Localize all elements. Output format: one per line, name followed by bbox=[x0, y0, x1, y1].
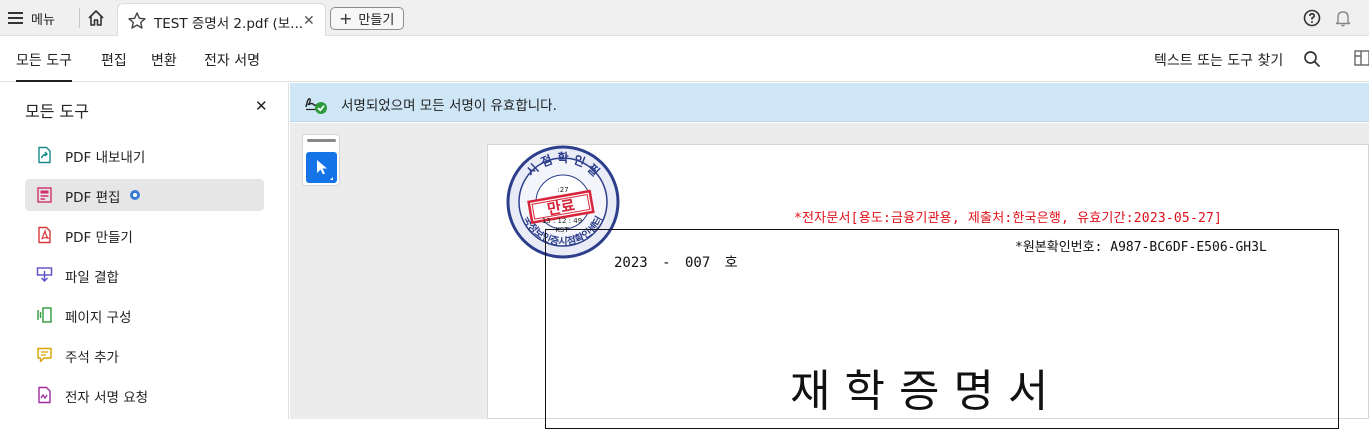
document-viewer[interactable]: 시 점 확 인 필 국정보인증시점확인센터 :27 만료 13 : 12 : 4… bbox=[290, 123, 1369, 429]
seal-time: 13 : 12 : 49 bbox=[542, 217, 582, 225]
menu-label: 메뉴 bbox=[31, 12, 55, 28]
search-icon[interactable] bbox=[1303, 50, 1321, 68]
create-button[interactable]: + 만들기 bbox=[330, 7, 404, 30]
plus-icon: + bbox=[339, 8, 353, 28]
tool-create-pdf[interactable]: PDF 만들기 bbox=[25, 219, 264, 251]
tab-esign[interactable]: 전자 서명 bbox=[204, 50, 260, 70]
export-pdf-icon bbox=[38, 146, 51, 164]
cursor-icon bbox=[317, 160, 333, 180]
edit-pdf-icon bbox=[37, 187, 52, 203]
tab-convert[interactable]: 변환 bbox=[151, 50, 177, 70]
tool-label: PDF 만들기 bbox=[65, 230, 133, 246]
close-panel-icon[interactable]: ✕ bbox=[255, 97, 268, 115]
tool-label: 주석 추가 bbox=[65, 350, 119, 366]
tool-edit-pdf[interactable]: PDF 편집 bbox=[25, 179, 264, 211]
document-number: 2023 - 007 호 bbox=[614, 255, 738, 271]
document-tab[interactable]: TEST 증명서 2.pdf (보... ✕ bbox=[117, 3, 326, 36]
document-tab-title: TEST 증명서 2.pdf (보... bbox=[154, 16, 304, 32]
app-tab-bar: 메뉴 TEST 증명서 2.pdf (보... ✕ + 만들기 bbox=[0, 0, 1369, 36]
organize-pages-icon bbox=[37, 307, 52, 323]
signature-status-banner: 서명되었으며 모든 서명이 유효합니다. bbox=[290, 83, 1369, 122]
certificate-title: 재학증명서 bbox=[790, 366, 1063, 417]
comment-icon bbox=[37, 347, 52, 363]
tool-combine-files[interactable]: 파일 결합 bbox=[25, 259, 264, 291]
tool-label: PDF 내보내기 bbox=[65, 150, 146, 166]
find-tools-label[interactable]: 텍스트 또는 도구 찾기 bbox=[1154, 50, 1283, 70]
close-tab-icon[interactable]: ✕ bbox=[303, 13, 315, 29]
seal-date: :27 bbox=[557, 186, 568, 194]
select-tool-button[interactable] bbox=[306, 152, 337, 183]
main-toolbar: 모든 도구 편집 변환 전자 서명 텍스트 또는 도구 찾기 bbox=[0, 36, 1369, 82]
tool-label: 페이지 구성 bbox=[65, 310, 132, 326]
create-pdf-icon bbox=[38, 226, 51, 244]
original-verification-number: *원본확인번호: A987-BC6DF-E506-GH3L bbox=[1015, 240, 1267, 255]
floating-tool-palette bbox=[302, 134, 340, 186]
tool-label: PDF 편집 bbox=[65, 190, 121, 206]
panel-title: 모든 도구 bbox=[25, 102, 89, 121]
all-tools-panel: 모든 도구 ✕ PDF 내보내기 PDF 편집 PDF 만들기 파일 결합 페이… bbox=[0, 83, 289, 419]
notification-bell-icon[interactable] bbox=[1335, 9, 1351, 27]
request-esign-icon bbox=[38, 386, 51, 404]
signature-valid-icon bbox=[305, 97, 327, 114]
tab-edit[interactable]: 편집 bbox=[101, 50, 127, 70]
tab-all-tools[interactable]: 모든 도구 bbox=[16, 50, 72, 82]
tool-organize-pages[interactable]: 페이지 구성 bbox=[25, 299, 264, 331]
tool-label: 파일 결합 bbox=[65, 270, 119, 286]
divider bbox=[79, 8, 80, 28]
home-icon[interactable] bbox=[86, 8, 106, 28]
panel-toggle-icon[interactable] bbox=[1353, 49, 1369, 67]
premium-badge-icon bbox=[130, 190, 140, 200]
hamburger-icon bbox=[8, 12, 23, 24]
tool-add-comment[interactable]: 주석 추가 bbox=[25, 339, 264, 371]
combine-files-icon bbox=[36, 267, 53, 282]
help-icon[interactable] bbox=[1303, 9, 1321, 27]
pdf-page: 시 점 확 인 필 국정보인증시점확인센터 :27 만료 13 : 12 : 4… bbox=[487, 144, 1369, 429]
tool-request-esign[interactable]: 전자 서명 요청 bbox=[25, 379, 264, 411]
drag-handle[interactable] bbox=[307, 139, 336, 142]
menu-button[interactable]: 메뉴 bbox=[8, 7, 55, 29]
tool-label: 전자 서명 요청 bbox=[65, 390, 149, 406]
signature-status-text: 서명되었으며 모든 서명이 유효합니다. bbox=[341, 98, 557, 114]
create-label: 만들기 bbox=[358, 13, 395, 28]
tool-export-pdf[interactable]: PDF 내보내기 bbox=[25, 139, 264, 171]
star-icon[interactable] bbox=[127, 11, 147, 31]
certificate-frame: *원본확인번호: A987-BC6DF-E506-GH3L 2023 - 007… bbox=[545, 229, 1339, 429]
e-document-notice: *전자문서[용도:금융기관용, 제출처:한국은행, 유효기간:2023-05-2… bbox=[794, 211, 1223, 226]
